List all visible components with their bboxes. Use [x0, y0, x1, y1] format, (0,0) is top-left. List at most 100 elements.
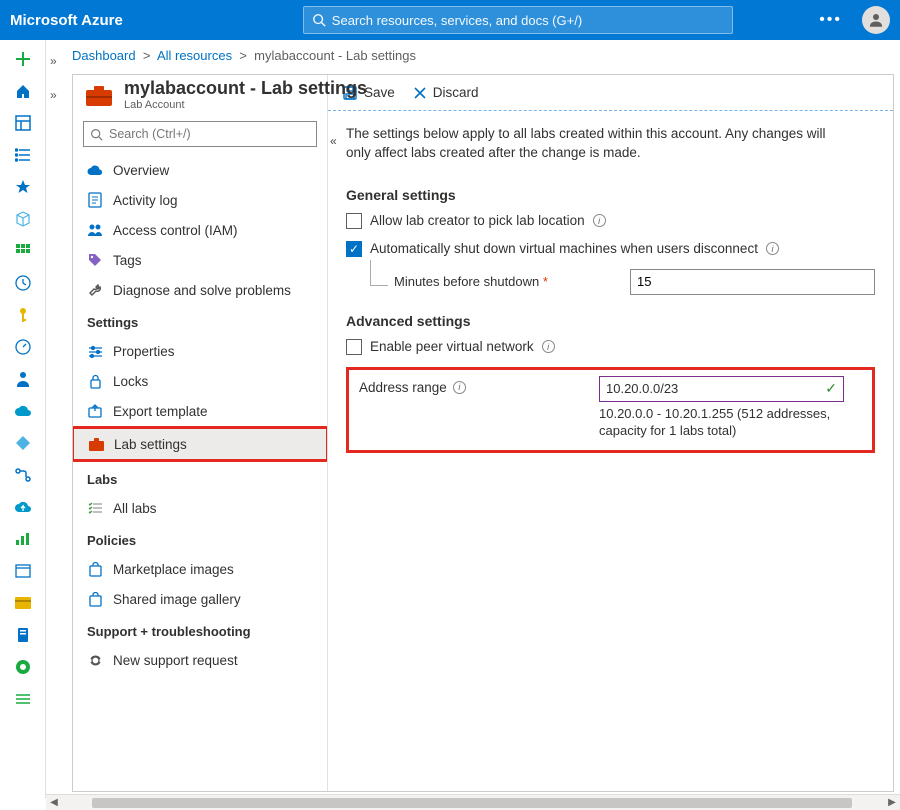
top-right: ••• [819, 6, 890, 34]
resource-menu: Search (Ctrl+/) « Overview Activity log … [73, 75, 328, 791]
menu-shared-image-gallery[interactable]: Shared image gallery [73, 584, 327, 614]
star-icon[interactable] [14, 178, 32, 196]
bag-icon [87, 561, 103, 577]
auto-shutdown-checkbox[interactable] [346, 241, 362, 257]
server-icon[interactable] [14, 626, 32, 644]
search-icon [312, 13, 326, 27]
menu-all-labs[interactable]: All labs [73, 493, 327, 523]
circle-icon[interactable] [14, 658, 32, 676]
sliders-icon [87, 343, 103, 359]
cube-icon[interactable] [14, 210, 32, 228]
list-check-icon [87, 500, 103, 516]
menu-new-support-request[interactable]: New support request [73, 645, 327, 675]
address-range-note: 10.20.0.0 - 10.20.1.255 (512 addresses, … [599, 406, 844, 440]
cloud-up-icon[interactable] [14, 498, 32, 516]
allow-pick-checkbox[interactable] [346, 213, 362, 229]
menu-activity-log[interactable]: Activity log [73, 185, 327, 215]
menu-diagnose[interactable]: Diagnose and solve problems [73, 275, 327, 305]
menu-marketplace-images[interactable]: Marketplace images [73, 554, 327, 584]
more-icon[interactable]: ••• [819, 11, 842, 29]
info-icon[interactable]: i [453, 381, 466, 394]
key-icon[interactable] [14, 306, 32, 324]
discard-button[interactable]: Discard [413, 85, 479, 100]
grid-icon[interactable] [14, 242, 32, 260]
menu-overview[interactable]: Overview [73, 155, 327, 185]
nav-rail: » » [0, 40, 46, 798]
address-range-label: Address range i [359, 376, 589, 395]
wrench-icon [87, 282, 103, 298]
global-search[interactable]: Search resources, services, and docs (G+… [303, 6, 733, 34]
enable-peer-label: Enable peer virtual network [370, 339, 534, 354]
brand: Microsoft Azure [10, 12, 123, 29]
chevron-right-icon[interactable]: » [50, 88, 57, 102]
cloud-icon [87, 162, 103, 178]
enable-peer-row: Enable peer virtual network i [346, 339, 875, 355]
horizontal-scrollbar[interactable]: ◀ ▶ [46, 794, 900, 810]
search-icon [90, 128, 103, 141]
home-icon[interactable] [14, 82, 32, 100]
clock-icon[interactable] [14, 274, 32, 292]
briefcase-icon [88, 436, 104, 452]
bars-icon[interactable] [14, 530, 32, 548]
menu-access-control[interactable]: Access control (IAM) [73, 215, 327, 245]
list-icon[interactable] [14, 146, 32, 164]
allow-pick-label: Allow lab creator to pick lab location [370, 213, 585, 228]
intro-text: The settings below apply to all labs cre… [346, 125, 836, 163]
close-icon [413, 86, 427, 100]
command-bar: Save Discard [328, 75, 893, 111]
bag-icon [87, 591, 103, 607]
info-icon[interactable]: i [542, 340, 555, 353]
breadcrumb-dashboard[interactable]: Dashboard [72, 48, 136, 63]
address-range-input[interactable]: 10.20.0.0/23 ✓ [599, 376, 844, 402]
connector-line [370, 260, 388, 286]
scroll-thumb[interactable] [92, 798, 852, 808]
menu-locks[interactable]: Locks [73, 366, 327, 396]
form: The settings below apply to all labs cre… [328, 111, 893, 467]
collapse-menu-icon[interactable]: « [330, 134, 337, 148]
info-icon[interactable]: i [593, 214, 606, 227]
highlight-address-range: Address range i 10.20.0.0/23 ✓ 10.20.0.0… [346, 367, 875, 453]
menu-properties[interactable]: Properties [73, 336, 327, 366]
labaccount-icon [86, 84, 112, 106]
menu-export-template[interactable]: Export template [73, 396, 327, 426]
minutes-input[interactable] [630, 269, 875, 295]
enable-peer-checkbox[interactable] [346, 339, 362, 355]
breadcrumb: Dashboard > All resources > mylabaccount… [46, 40, 900, 70]
workspace: Dashboard > All resources > mylabaccount… [46, 40, 900, 798]
support-icon [87, 652, 103, 668]
group-settings: Settings [73, 305, 327, 336]
menu-lab-settings[interactable]: Lab settings [74, 429, 326, 459]
group-labs: Labs [73, 462, 327, 493]
info-icon[interactable]: i [766, 242, 779, 255]
blade: Search (Ctrl+/) « Overview Activity log … [72, 74, 894, 792]
flow-icon[interactable] [14, 466, 32, 484]
menu-tags[interactable]: Tags [73, 245, 327, 275]
group-policies: Policies [73, 523, 327, 554]
gauge-icon[interactable] [14, 338, 32, 356]
minutes-label: Minutes before shutdown * [394, 274, 548, 289]
person-icon[interactable] [14, 370, 32, 388]
chevron-right-icon[interactable]: » [50, 54, 57, 68]
avatar[interactable] [862, 6, 890, 34]
auto-shutdown-label: Automatically shut down virtual machines… [370, 241, 758, 256]
dashboard-icon[interactable] [14, 114, 32, 132]
top-bar: Microsoft Azure Search resources, servic… [0, 0, 900, 40]
add-icon[interactable] [14, 50, 32, 68]
diamond-icon[interactable] [14, 434, 32, 452]
export-icon [87, 403, 103, 419]
shell: » » Dashboard > All resources > mylabacc… [0, 40, 900, 798]
scroll-right-icon[interactable]: ▶ [884, 797, 900, 808]
menu-search[interactable]: Search (Ctrl+/) [83, 121, 317, 147]
breadcrumb-all-resources[interactable]: All resources [157, 48, 232, 63]
cloud-cog-icon[interactable] [14, 402, 32, 420]
scroll-left-icon[interactable]: ◀ [46, 797, 62, 808]
card-icon[interactable] [14, 594, 32, 612]
tag-icon [87, 252, 103, 268]
group-support: Support + troubleshooting [73, 614, 327, 645]
window-icon[interactable] [14, 562, 32, 580]
people-icon [87, 222, 103, 238]
page-subtitle: Lab Account [124, 99, 367, 111]
advanced-heading: Advanced settings [346, 313, 875, 329]
auto-shutdown-row: Automatically shut down virtual machines… [346, 241, 875, 257]
lines-icon[interactable] [14, 690, 32, 708]
